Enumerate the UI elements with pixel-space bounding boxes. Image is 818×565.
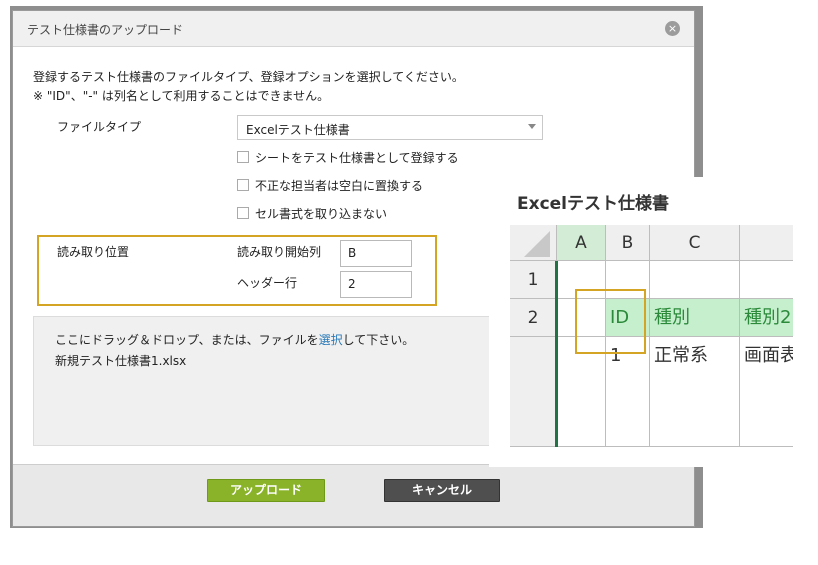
header-row-label: ヘッダー行 — [237, 276, 298, 290]
row-header-3 — [510, 337, 557, 447]
checkbox[interactable] — [237, 207, 249, 219]
read-position-label: 読み取り位置 — [57, 245, 130, 259]
dialog-title: テスト仕様書のアップロード — [27, 23, 184, 37]
cell-d2: 種別2 — [740, 299, 793, 337]
option-label: 不正な担当者は空白に置換する — [255, 178, 424, 193]
grid-corner — [510, 225, 557, 261]
start-column-input[interactable]: B — [340, 240, 412, 267]
chevron-down-icon — [528, 124, 536, 129]
id-header-highlight — [575, 289, 646, 354]
option-label: シートをテスト仕様書として登録する — [255, 150, 459, 165]
description-line-2: ※ "ID"、"-" は列名として利用することはできません。 — [33, 89, 330, 103]
option-skip-cell-format[interactable]: セル書式を取り込まない — [237, 205, 387, 221]
start-column-label: 読み取り開始列 — [237, 245, 322, 259]
description-line-1: 登録するテスト仕様書のファイルタイプ、登録オプションを選択してください。 — [33, 70, 464, 84]
excel-preview-title: Excelテスト仕様書 — [517, 194, 670, 214]
checkbox[interactable] — [237, 151, 249, 163]
column-a-selection-border — [555, 261, 558, 447]
upload-button[interactable]: アップロード — [207, 479, 325, 502]
file-type-selected-value: Excelテスト仕様書 — [246, 123, 350, 137]
row-header-1: 1 — [510, 261, 557, 299]
cell-c2: 種別 — [650, 299, 740, 337]
option-replace-invalid-assignee[interactable]: 不正な担当者は空白に置換する — [237, 177, 423, 193]
dialog-footer: アップロード キャンセル — [13, 464, 694, 526]
row-header-2: 2 — [510, 299, 557, 337]
cancel-button[interactable]: キャンセル — [384, 479, 500, 502]
excel-preview-overlay: Excelテスト仕様書 A B C 1 2 ID 種別 種別2 1 正常系 画面… — [489, 177, 818, 467]
column-header-b: B — [606, 225, 650, 261]
dropzone-instruction: ここにドラッグ＆ドロップ、または、ファイルを選択して下さい。 — [55, 333, 415, 347]
select-all-icon — [524, 231, 550, 257]
checkbox[interactable] — [237, 179, 249, 191]
excel-grid: A B C 1 2 ID 種別 種別2 1 正常系 画面表 — [510, 225, 793, 447]
file-type-select[interactable]: Excelテスト仕様書 — [237, 115, 543, 140]
cell-d1 — [740, 261, 793, 299]
file-type-label: ファイルタイプ — [57, 120, 142, 134]
selected-file-name: 新規テスト仕様書1.xlsx — [55, 354, 187, 368]
column-header-d — [740, 225, 793, 261]
cell-c1 — [650, 261, 740, 299]
cell-d3: 画面表 — [740, 337, 793, 447]
header-row-input[interactable]: 2 — [340, 271, 412, 298]
option-label: セル書式を取り込まない — [255, 206, 388, 221]
close-icon[interactable]: × — [665, 21, 680, 36]
column-header-c: C — [650, 225, 740, 261]
dialog-header: テスト仕様書のアップロード × — [13, 11, 694, 47]
column-header-a: A — [557, 225, 606, 261]
cell-c3: 正常系 — [650, 337, 740, 447]
select-file-link[interactable]: 選択 — [319, 333, 343, 347]
option-register-sheets[interactable]: シートをテスト仕様書として登録する — [237, 149, 459, 165]
